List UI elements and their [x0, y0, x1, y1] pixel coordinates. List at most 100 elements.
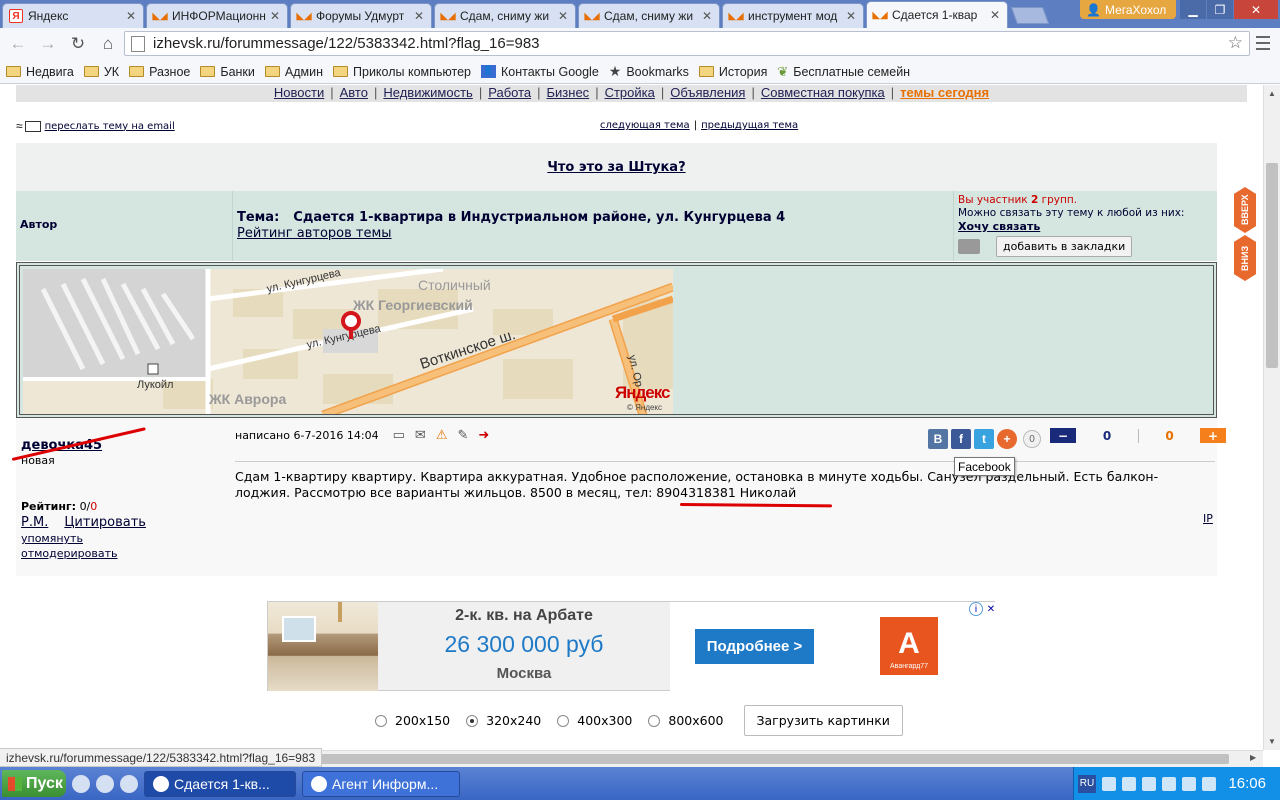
close-icon[interactable]: ✕: [557, 9, 569, 23]
forward-arrow-icon[interactable]: →: [36, 32, 60, 56]
shtuka-link[interactable]: Что это за Штука?: [547, 160, 685, 175]
shield-icon[interactable]: [1162, 776, 1176, 791]
taskbar-item-agent[interactable]: Агент Информ...: [302, 770, 460, 797]
nav-joint-purchase[interactable]: Совместная покупка: [761, 85, 885, 100]
scroll-up-arrow-icon[interactable]: ▲: [1268, 89, 1276, 98]
quote-link[interactable]: Цитировать: [64, 515, 146, 530]
app-tray-icon[interactable]: [1182, 776, 1196, 791]
ad-banner[interactable]: 2-к. кв. на Арбате 26 300 000 руб Москва…: [267, 601, 998, 691]
mail-icon[interactable]: ✉: [415, 428, 426, 443]
nav-business[interactable]: Бизнес: [547, 85, 590, 100]
bookmark-7[interactable]: ★ Bookmarks: [609, 63, 689, 80]
vertical-scrollbar[interactable]: ▲ ▼: [1263, 85, 1280, 750]
language-indicator[interactable]: RU: [1078, 774, 1096, 793]
forward-email-link[interactable]: переслать тему на email: [45, 121, 175, 132]
edit-icon[interactable]: ✎: [457, 428, 468, 443]
profile-card-icon[interactable]: ▭: [393, 428, 405, 443]
ip-link[interactable]: IP: [1203, 512, 1213, 525]
twitter-share-button[interactable]: t: [974, 429, 994, 449]
skype-icon[interactable]: [1122, 776, 1136, 791]
size-radio-800x600[interactable]: [648, 714, 661, 727]
nav-auto[interactable]: Авто: [340, 85, 368, 100]
nav-realty[interactable]: Недвижимость: [383, 85, 472, 100]
google-contacts-icon: 👤: [481, 65, 496, 78]
browser-tab-2[interactable]: ◣◢ Форумы Удмурт ✕: [290, 3, 432, 28]
safe-remove-icon[interactable]: [1202, 776, 1216, 791]
next-topic-link[interactable]: следующая тема: [600, 120, 690, 131]
browser-tab-5[interactable]: ◣◢ инструмент мод ✕: [722, 3, 864, 28]
nav-today-topics[interactable]: темы сегодня: [900, 85, 989, 100]
new-tab-button[interactable]: [1010, 7, 1050, 24]
close-icon[interactable]: ✕: [125, 9, 137, 23]
size-radio-320x240[interactable]: [466, 714, 479, 727]
browser-tab-1[interactable]: ◣◢ ИНФОРМационн ✕: [146, 3, 288, 28]
minimize-button[interactable]: ▁: [1180, 0, 1206, 19]
network-icon[interactable]: [1102, 776, 1116, 791]
reload-icon[interactable]: ↻: [66, 32, 90, 56]
app-icon[interactable]: [96, 774, 114, 793]
browser-tab-6[interactable]: ◣◢ Сдается 1-квар ✕: [866, 1, 1008, 28]
bookmark-6[interactable]: 👤 Контакты Google: [481, 65, 599, 79]
ad-info-icon[interactable]: i: [969, 602, 983, 616]
upload-images-button[interactable]: Загрузить картинки: [743, 705, 903, 736]
facebook-share-button[interactable]: f: [951, 429, 971, 449]
bookmark-9[interactable]: ❦ Бесплатные семейн: [777, 64, 910, 80]
size-radio-400x300[interactable]: [557, 714, 570, 727]
folder-icon: [200, 66, 216, 77]
bookmark-1[interactable]: УК: [83, 65, 119, 79]
warning-icon[interactable]: ⚠: [436, 428, 448, 443]
browser-tab-4[interactable]: ◣◢ Сдам, сниму жи ✕: [578, 3, 720, 28]
authors-rating-link[interactable]: Рейтинг авторов темы: [237, 226, 785, 241]
reply-arrow-icon[interactable]: ➜: [478, 428, 489, 443]
nav-ads[interactable]: Объявления: [670, 85, 745, 100]
bookmark-0[interactable]: Недвига: [6, 65, 74, 79]
close-icon[interactable]: ✕: [989, 8, 1001, 22]
close-icon[interactable]: ✕: [845, 9, 857, 23]
scroll-right-arrow-icon[interactable]: ▶: [1250, 753, 1256, 762]
mention-link[interactable]: упомянуть: [21, 532, 162, 545]
bookmark-3[interactable]: Банки: [200, 65, 255, 79]
scroll-thumb[interactable]: [1266, 163, 1278, 368]
nav-jobs[interactable]: Работа: [488, 85, 531, 100]
bookmark-2[interactable]: Разное: [129, 65, 190, 79]
close-icon[interactable]: ✕: [269, 9, 281, 23]
private-message-link[interactable]: Р.М.: [21, 515, 48, 530]
prev-topic-link[interactable]: предыдущая тема: [701, 120, 798, 131]
vk-share-button[interactable]: В: [928, 429, 948, 449]
maximize-button[interactable]: ❐: [1207, 0, 1233, 19]
volume-icon[interactable]: [1142, 776, 1156, 791]
profile-badge[interactable]: 👤 МегаХохол: [1080, 0, 1176, 19]
bookmark-star-icon[interactable]: ☆: [1228, 33, 1243, 53]
scroll-down-tab[interactable]: ВНИЗ: [1234, 235, 1256, 281]
vote-up-button[interactable]: +: [1200, 428, 1226, 443]
vote-down-button[interactable]: −: [1050, 428, 1076, 443]
yandex-map[interactable]: ул. Кунгурцева Столичный ЖК Георгиевский…: [23, 269, 673, 414]
bookmark-4[interactable]: Админ: [264, 65, 323, 79]
scroll-up-tab[interactable]: ВВЕРХ: [1234, 187, 1256, 233]
address-bar[interactable]: izhevsk.ru/forummessage/122/5383342.html…: [124, 31, 1250, 56]
nav-news[interactable]: Новости: [274, 85, 324, 100]
back-arrow-icon[interactable]: ←: [6, 32, 30, 56]
add-bookmark-button[interactable]: добавить в закладки: [996, 236, 1133, 257]
more-share-button[interactable]: +: [997, 429, 1017, 449]
browser-tab-3[interactable]: ◣◢ Сдам, сниму жи ✕: [434, 3, 576, 28]
want-link-topic[interactable]: Хочу связать: [958, 220, 1040, 233]
bookmark-5[interactable]: Приколы компьютер: [333, 65, 471, 79]
chrome-icon[interactable]: [120, 774, 138, 793]
ad-close-icon[interactable]: ✕: [984, 602, 998, 616]
home-icon[interactable]: ⌂: [96, 32, 120, 56]
start-button[interactable]: Пуск: [2, 770, 66, 797]
ad-more-button[interactable]: Подробнее >: [695, 629, 814, 664]
nav-construction[interactable]: Стройка: [605, 85, 655, 100]
bookmark-8[interactable]: История: [698, 65, 767, 79]
moderate-link[interactable]: отмодерировать: [21, 547, 162, 560]
scroll-down-arrow-icon[interactable]: ▼: [1268, 737, 1276, 746]
media-player-icon[interactable]: [72, 774, 90, 793]
close-icon[interactable]: ✕: [413, 9, 425, 23]
taskbar-item-browser[interactable]: Сдается 1-кв...: [144, 770, 296, 797]
hamburger-menu-icon[interactable]: [1256, 36, 1270, 50]
close-icon[interactable]: ✕: [701, 9, 713, 23]
size-radio-200x150[interactable]: [375, 714, 387, 727]
browser-tab-0[interactable]: Я Яндекс ✕: [2, 3, 144, 28]
window-close-button[interactable]: ✕: [1234, 0, 1278, 19]
